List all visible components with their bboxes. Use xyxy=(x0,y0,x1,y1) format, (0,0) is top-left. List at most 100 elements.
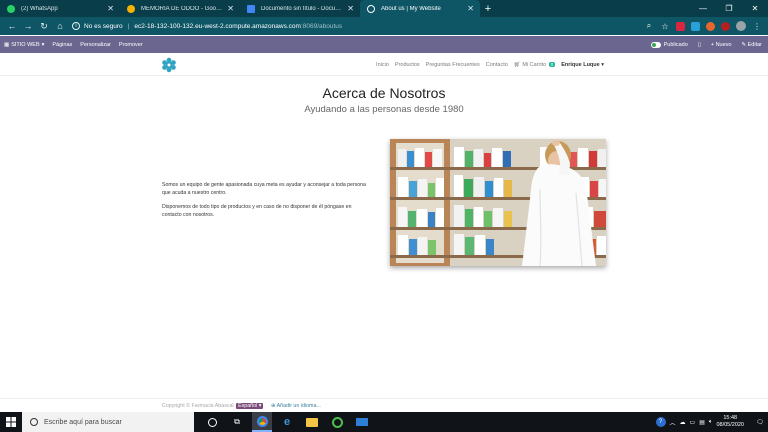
taskbar-apps: ⧉ e xyxy=(202,412,372,432)
cloud-icon[interactable]: ☁ xyxy=(680,419,686,426)
tab-title: Documento sin título - Docume xyxy=(261,5,344,12)
odoo-admin-bar: ▦ SITIO WEB ▾ Páginas Personalizar Promo… xyxy=(0,36,768,53)
extension-red-icon[interactable] xyxy=(721,21,730,31)
task-view-icon[interactable]: ⧉ xyxy=(227,412,247,432)
about-paragraph: Somos un equipo de gente apasionada cuya… xyxy=(162,182,366,196)
chrome-icon[interactable] xyxy=(252,412,272,432)
admin-bar-actions: Publicado ▯ + Nuevo ✎ Editar xyxy=(650,36,762,53)
promote-menu[interactable]: Promover xyxy=(119,42,143,48)
page-subtitle: Ayudando a las personas desde 1980 xyxy=(304,104,464,115)
tab-title: (2) WhatsApp xyxy=(21,5,58,12)
published-toggle[interactable]: Publicado xyxy=(650,41,688,48)
page-title: Acerca de Nosotros xyxy=(322,85,446,101)
language-label: Español xyxy=(238,403,258,409)
add-language-link[interactable]: ⊕ Añadir un idioma... xyxy=(271,403,321,409)
browser-tab-strip: (2) WhatsApp ✕ MEMORIA DE ODOO - Google … xyxy=(0,0,768,17)
pharmacy-photo xyxy=(390,139,606,266)
extension-orange-icon[interactable] xyxy=(706,21,715,31)
clock-date: 08/05/2020 xyxy=(716,422,744,428)
browser-tab[interactable]: (2) WhatsApp ✕ xyxy=(0,0,120,17)
forward-icon[interactable]: → xyxy=(20,18,36,34)
google-drive-icon xyxy=(127,4,135,13)
address-bar-row: ← → ↻ ⌂ i No es seguro | ec2-18-132-100-… xyxy=(0,17,768,35)
globe-icon xyxy=(367,4,375,13)
copyright: Copyright © Farmacia Abascal Español ▾ xyxy=(162,403,264,409)
chevron-up-icon[interactable]: ︿ xyxy=(670,418,676,427)
caret-down-icon: ▾ xyxy=(41,41,45,48)
pharmacy-logo-icon[interactable] xyxy=(161,57,177,73)
nav-faq[interactable]: Preguntas Frecuentes xyxy=(426,62,480,68)
extension-skype-icon[interactable] xyxy=(691,21,700,31)
system-tray: ? ︿ ☁ ▭ ▤ 🔈︎ 15:48 08/05/2020 🗨︎ xyxy=(655,412,768,432)
customize-menu[interactable]: Personalizar xyxy=(80,42,111,48)
toggle-switch xyxy=(650,41,661,48)
info-icon[interactable]: i xyxy=(72,22,80,30)
close-tab-icon[interactable]: ✕ xyxy=(467,4,474,13)
divider: | xyxy=(127,22,130,30)
windows-start-icon[interactable] xyxy=(0,412,22,432)
nav-inicio[interactable]: Inicio xyxy=(376,62,389,68)
browser-tab[interactable]: MEMORIA DE ODOO - Google D ✕ xyxy=(120,0,240,17)
mobile-preview-icon[interactable]: ▯ xyxy=(698,42,701,48)
url-field[interactable]: i No es seguro | ec2-18-132-100-132.eu-w… xyxy=(72,19,342,33)
menu-kebab-icon[interactable]: ⋮ xyxy=(752,21,762,31)
google-docs-icon xyxy=(247,4,255,13)
pencil-icon: ✎ xyxy=(741,41,747,48)
maximize-icon[interactable]: ❐ xyxy=(716,0,742,17)
volume-icon[interactable]: 🔈︎ xyxy=(709,419,713,426)
browser-tab-active[interactable]: About us | My Website ✕ xyxy=(360,0,480,17)
security-label: No es seguro xyxy=(84,22,123,30)
minimize-icon[interactable]: — xyxy=(690,0,716,17)
nav-productos[interactable]: Productos xyxy=(395,62,420,68)
taskbar-search-field[interactable]: Escribe aquí para buscar xyxy=(22,412,194,432)
new-button[interactable]: + Nuevo xyxy=(711,42,732,48)
site-nav: Inicio Productos Preguntas Frecuentes Co… xyxy=(376,54,604,76)
tab-title: MEMORIA DE ODOO - Google D xyxy=(141,5,224,12)
close-window-icon[interactable]: ✕ xyxy=(742,0,768,17)
nav-cart[interactable]: 🛒︎ Mi Carrito 0 xyxy=(513,62,556,68)
pages-menu[interactable]: Páginas xyxy=(52,42,72,48)
close-tab-icon[interactable]: ✕ xyxy=(107,4,114,13)
profile-avatar[interactable] xyxy=(736,21,746,31)
user-menu[interactable]: Enrique Luque ▾ xyxy=(561,62,604,68)
browser-tab[interactable]: Documento sin título - Docume ✕ xyxy=(240,0,360,17)
search-placeholder: Escribe aquí para buscar xyxy=(44,418,122,426)
home-icon[interactable]: ⌂ xyxy=(52,18,68,34)
green-circle-app-icon[interactable] xyxy=(327,412,347,432)
battery-icon[interactable]: ▭ xyxy=(690,419,696,426)
site-menu-button[interactable]: ▦ SITIO WEB ▾ xyxy=(4,42,44,48)
caret-down-icon: ▾ xyxy=(601,62,604,68)
cortana-icon[interactable] xyxy=(202,412,222,432)
mail-icon[interactable] xyxy=(352,412,372,432)
notifications-icon[interactable]: 🗨︎ xyxy=(752,419,768,426)
about-paragraph: Disponemos de todo tipo de productos y e… xyxy=(162,204,352,218)
edge-icon[interactable]: e xyxy=(277,412,297,432)
language-selector[interactable]: Español ▾ xyxy=(236,403,264,409)
grid-icon: ▦ xyxy=(4,41,10,48)
new-tab-button[interactable]: + xyxy=(480,0,496,17)
help-icon[interactable]: ? xyxy=(655,417,666,427)
reload-icon[interactable]: ↻ xyxy=(36,18,52,34)
file-explorer-icon[interactable] xyxy=(302,412,322,432)
add-language-label: Añadir un idioma... xyxy=(276,403,321,409)
extension-abp-icon[interactable] xyxy=(676,21,685,31)
clock[interactable]: 15:48 08/05/2020 xyxy=(716,415,744,429)
copyright-text: Copyright © Farmacia Abascal xyxy=(162,403,234,409)
url-path: :8069/aboutus xyxy=(300,22,343,30)
edit-button[interactable]: ✎ Editar xyxy=(741,42,762,48)
nav-contacto[interactable]: Contacto xyxy=(486,62,508,68)
tab-title: About us | My Website xyxy=(381,5,441,12)
published-label: Publicado xyxy=(663,41,688,48)
user-name: Enrique Luque xyxy=(561,62,600,68)
close-tab-icon[interactable]: ✕ xyxy=(347,4,354,13)
cart-label: Mi Carrito xyxy=(522,62,547,68)
bookmark-star-icon[interactable]: ☆ xyxy=(660,21,670,31)
browser-toolbar-right: ⌕ ☆ ⋮ xyxy=(644,17,762,35)
close-tab-icon[interactable]: ✕ xyxy=(227,4,234,13)
back-icon[interactable]: ← xyxy=(4,18,20,34)
zoom-icon[interactable]: ⌕ xyxy=(644,21,654,31)
website-header: Inicio Productos Preguntas Frecuentes Co… xyxy=(0,54,768,76)
cart-icon: 🛒︎ xyxy=(513,62,521,68)
network-icon[interactable]: ▤ xyxy=(699,419,705,426)
window-controls: — ❐ ✕ xyxy=(690,0,768,17)
